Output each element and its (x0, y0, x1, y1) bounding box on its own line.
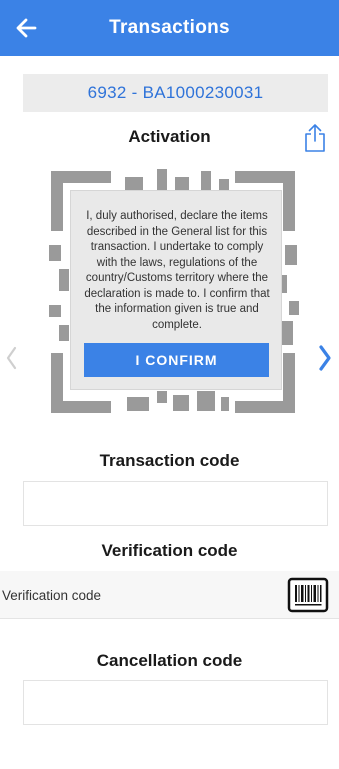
share-button[interactable] (301, 122, 329, 154)
barcode-icon (287, 577, 329, 613)
activation-title: Activation (128, 127, 211, 146)
carousel-prev-button[interactable] (2, 338, 22, 378)
scan-barcode-button[interactable] (286, 577, 330, 613)
app-bar: Transactions (0, 0, 339, 56)
verification-code-row (0, 571, 339, 619)
transaction-id: 6932 - BA1000230031 (23, 74, 328, 112)
confirm-button[interactable]: I CONFIRM (84, 343, 269, 377)
chevron-left-icon (6, 346, 17, 370)
verification-code-title: Verification code (101, 541, 238, 560)
page-title: Transactions (109, 17, 230, 38)
declaration-text: I, duly authorised, declare the items de… (84, 210, 270, 331)
chevron-right-icon (319, 345, 331, 371)
share-icon (305, 124, 325, 152)
carousel-next-button[interactable] (315, 338, 335, 378)
transaction-code-field[interactable] (23, 481, 328, 526)
cancellation-code-title: Cancellation code (96, 651, 243, 670)
transaction-code-title: Transaction code (99, 451, 240, 470)
verification-code-input[interactable] (2, 571, 272, 619)
cancellation-code-field[interactable] (23, 680, 328, 725)
confirmation-dialog: I, duly authorised, declare the items de… (70, 190, 282, 390)
